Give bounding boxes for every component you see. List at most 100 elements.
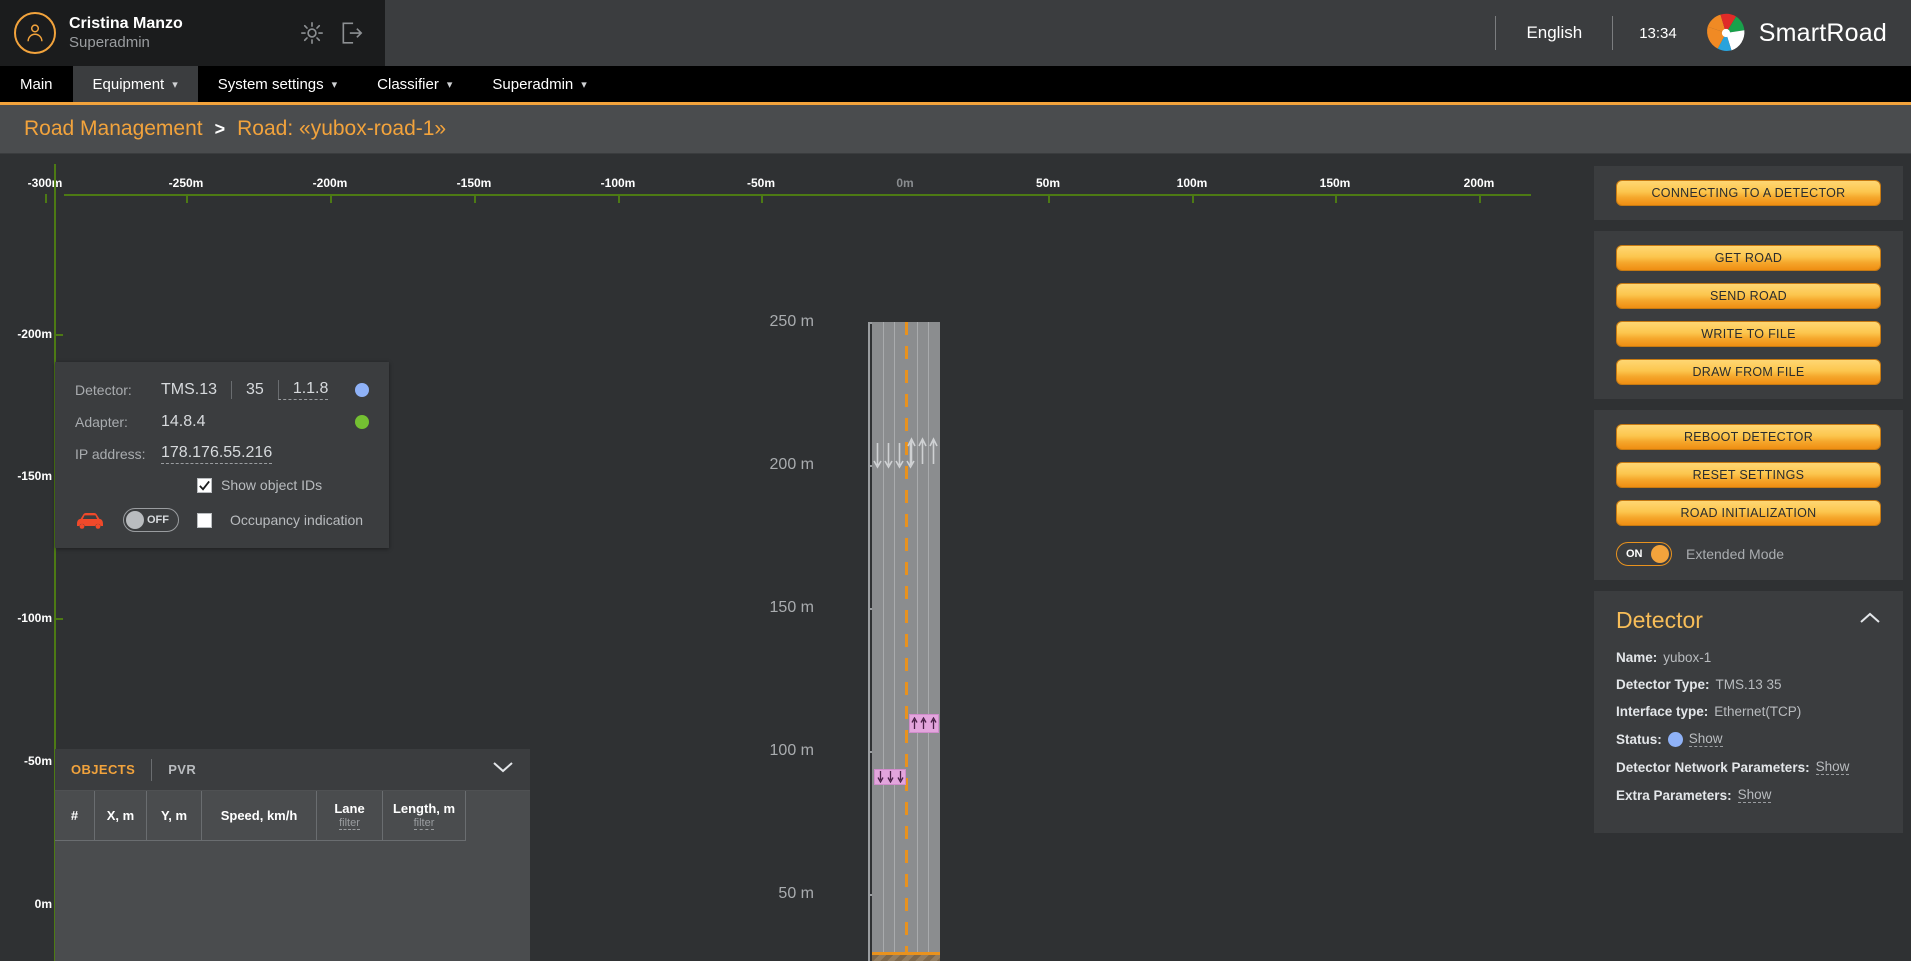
arrow-down-icon [896,771,904,783]
reboot-detector-button[interactable]: REBOOT DETECTOR [1616,424,1881,450]
center-line [904,322,908,961]
network-parameters-show-link[interactable]: Show [1815,759,1850,775]
app-header: Cristina Manzo Superadmin English 13:34 [0,0,1911,66]
road-initialization-button[interactable]: ROAD INITIALIZATION [1616,500,1881,526]
user-avatar-icon [27,24,43,42]
ruler-tick-label: 0m [896,176,914,190]
main-content: -300m -250m -200m -150m -100m -50m 0m 50… [0,154,1911,961]
detector-details-header: Detector [1616,607,1881,634]
tab-objects[interactable]: OBJECTS [71,762,135,777]
right-sidebar: CONNECTING TO A DETECTOR GET ROAD SEND R… [1584,154,1911,961]
show-object-ids-label: Show object IDs [221,477,323,493]
detector-row: Detector: TMS.13 35 1.1.8 [75,380,369,400]
column-header-lane[interactable]: Lane filter [317,791,383,841]
nav-label: Superadmin [492,75,574,93]
arrow-up-icon [918,437,927,464]
get-road-button[interactable]: GET ROAD [1616,245,1881,271]
clock: 13:34 [1639,24,1677,42]
ruler-tick-label: 150m [1319,176,1351,190]
detector-actions-card: REBOOT DETECTOR RESET SETTINGS ROAD INIT… [1594,410,1903,580]
column-header-x[interactable]: X, m [95,791,147,841]
column-header-y[interactable]: Y, m [147,791,202,841]
send-road-button[interactable]: SEND ROAD [1616,283,1881,309]
chevron-down-icon [493,762,513,773]
arrow-up-icon [907,437,916,464]
show-object-ids-checkbox[interactable] [197,477,212,493]
ruler-tick-label: -100m [17,611,52,625]
network-parameters-key: Detector Network Parameters: [1616,759,1810,775]
nav-label: Equipment [92,75,165,93]
extended-mode-toggle[interactable]: ON [1616,542,1672,566]
objects-table: # X, m Y, m Speed, km/h Lane filter Leng… [55,791,530,961]
column-label: Length, m [392,801,456,816]
status-row: Status: Show [1616,731,1881,747]
draw-from-file-button[interactable]: DRAW FROM FILE [1616,359,1881,385]
column-filter-link[interactable]: filter [413,817,435,830]
nav-item-system-settings[interactable]: System settings ▾ [198,66,357,102]
toggle-knob [126,511,144,529]
brand-logo: SmartRoad [1699,11,1887,55]
extended-mode-label: Extended Mode [1686,546,1785,562]
logout-icon[interactable] [339,20,365,46]
column-label: X, m [106,808,135,823]
detection-zone[interactable] [872,952,940,961]
extra-parameters-key: Extra Parameters: [1616,787,1732,803]
extra-parameters-show-link[interactable]: Show [1737,787,1772,803]
ruler-tick-label: 100m [1176,176,1208,190]
divider [151,758,153,781]
ruler-tick-label: -200m [312,176,348,190]
chevron-down-icon: ▾ [446,78,453,91]
tab-pvr[interactable]: PVR [168,762,196,777]
detector-type-key: Detector Type: [1616,677,1710,692]
adapter-row: Adapter: 14.8.4 [75,413,369,431]
detector-info-card: Detector: TMS.13 35 1.1.8 Adapter: 14.8.… [55,362,389,548]
collapse-detector-panel-button[interactable] [1859,611,1881,630]
column-label: Lane [334,801,365,816]
user-block[interactable]: Cristina Manzo Superadmin [0,0,385,66]
collapse-objects-panel-button[interactable] [492,760,514,779]
nav-item-main[interactable]: Main [0,66,73,102]
nav-label: Main [20,75,53,93]
connection-card: CONNECTING TO A DETECTOR [1594,166,1903,220]
occupancy-toggle[interactable]: OFF [123,508,179,532]
road-visualization[interactable] [872,322,940,961]
arrow-down-icon [884,443,893,469]
breadcrumb-root[interactable]: Road Management [24,117,203,141]
detector-version[interactable]: 1.1.8 [277,380,329,400]
column-label: Y, m [160,808,187,823]
arrow-up-icon [930,717,937,729]
status-key: Status: [1616,731,1662,747]
header-actions [299,20,385,46]
status-show-link[interactable]: Show [1688,731,1723,747]
column-header-speed[interactable]: Speed, km/h [202,791,317,841]
gear-icon[interactable] [299,20,325,46]
ip-value[interactable]: 178.176.55.216 [161,444,273,464]
column-filter-link[interactable]: filter [339,817,360,830]
nav-item-equipment[interactable]: Equipment ▾ [72,66,198,102]
detected-object-group[interactable] [909,714,939,733]
connect-detector-button[interactable]: CONNECTING TO A DETECTOR [1616,180,1881,206]
show-object-ids-row: Show object IDs [75,477,369,493]
column-header-index[interactable]: # [55,791,95,841]
language-selector[interactable]: English [1496,23,1612,43]
arrow-up-icon [920,717,928,729]
ruler-line [64,194,1531,196]
user-name: Cristina Manzo [69,15,183,33]
table-body [55,841,530,961]
nav-item-classifier[interactable]: Classifier ▾ [357,66,472,102]
adapter-label: Adapter: [75,414,128,430]
write-to-file-button[interactable]: WRITE TO FILE [1616,321,1881,347]
detected-object-group[interactable] [874,769,906,785]
occupancy-indication-checkbox[interactable] [197,512,212,528]
objects-panel: OBJECTS PVR # X, m Y, m Speed, km/h Lane… [55,749,530,961]
toggle-knob [1651,545,1669,563]
nav-item-superadmin[interactable]: Superadmin ▾ [472,66,606,102]
toggle-state-label: OFF [147,514,169,526]
objects-panel-header: OBJECTS PVR [55,749,530,791]
column-header-length[interactable]: Length, m filter [383,791,466,841]
axis-spine [868,322,870,961]
adapter-status-dot [355,415,369,429]
reset-settings-button[interactable]: RESET SETTINGS [1616,462,1881,488]
extended-mode-row: ON Extended Mode [1616,542,1881,566]
detector-label: Detector: [75,382,132,398]
